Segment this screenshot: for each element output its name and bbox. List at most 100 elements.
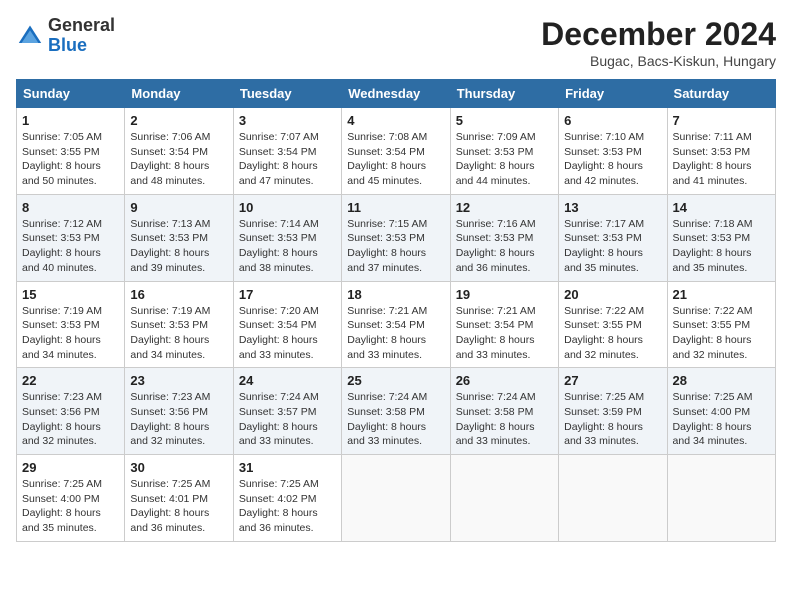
calendar-cell: 19 Sunrise: 7:21 AM Sunset: 3:54 PM Dayl… [450,281,558,368]
day-number: 17 [239,287,336,302]
calendar-cell [559,455,667,542]
day-info: Sunrise: 7:09 AM Sunset: 3:53 PM Dayligh… [456,130,553,189]
calendar-cell: 8 Sunrise: 7:12 AM Sunset: 3:53 PM Dayli… [17,194,125,281]
day-number: 9 [130,200,227,215]
day-info: Sunrise: 7:19 AM Sunset: 3:53 PM Dayligh… [130,304,227,363]
day-number: 3 [239,113,336,128]
day-info: Sunrise: 7:19 AM Sunset: 3:53 PM Dayligh… [22,304,119,363]
day-info: Sunrise: 7:25 AM Sunset: 3:59 PM Dayligh… [564,390,661,449]
calendar-cell [342,455,450,542]
calendar-cell: 24 Sunrise: 7:24 AM Sunset: 3:57 PM Dayl… [233,368,341,455]
calendar-week-3: 15 Sunrise: 7:19 AM Sunset: 3:53 PM Dayl… [17,281,776,368]
calendar-cell: 2 Sunrise: 7:06 AM Sunset: 3:54 PM Dayli… [125,108,233,195]
logo-text: General Blue [48,16,115,56]
day-info: Sunrise: 7:08 AM Sunset: 3:54 PM Dayligh… [347,130,444,189]
calendar-cell: 17 Sunrise: 7:20 AM Sunset: 3:54 PM Dayl… [233,281,341,368]
day-number: 19 [456,287,553,302]
day-number: 23 [130,373,227,388]
header-wednesday: Wednesday [342,80,450,108]
header-saturday: Saturday [667,80,775,108]
day-number: 22 [22,373,119,388]
calendar-table: SundayMondayTuesdayWednesdayThursdayFrid… [16,79,776,542]
day-info: Sunrise: 7:11 AM Sunset: 3:53 PM Dayligh… [673,130,770,189]
day-info: Sunrise: 7:18 AM Sunset: 3:53 PM Dayligh… [673,217,770,276]
title-block: December 2024 Bugac, Bacs-Kiskun, Hungar… [541,16,776,69]
day-info: Sunrise: 7:16 AM Sunset: 3:53 PM Dayligh… [456,217,553,276]
day-number: 11 [347,200,444,215]
location: Bugac, Bacs-Kiskun, Hungary [541,53,776,69]
calendar-cell: 1 Sunrise: 7:05 AM Sunset: 3:55 PM Dayli… [17,108,125,195]
calendar-cell: 18 Sunrise: 7:21 AM Sunset: 3:54 PM Dayl… [342,281,450,368]
calendar-cell: 6 Sunrise: 7:10 AM Sunset: 3:53 PM Dayli… [559,108,667,195]
header-monday: Monday [125,80,233,108]
day-info: Sunrise: 7:07 AM Sunset: 3:54 PM Dayligh… [239,130,336,189]
header-tuesday: Tuesday [233,80,341,108]
day-info: Sunrise: 7:06 AM Sunset: 3:54 PM Dayligh… [130,130,227,189]
day-info: Sunrise: 7:21 AM Sunset: 3:54 PM Dayligh… [347,304,444,363]
day-number: 1 [22,113,119,128]
calendar-week-2: 8 Sunrise: 7:12 AM Sunset: 3:53 PM Dayli… [17,194,776,281]
calendar-cell: 21 Sunrise: 7:22 AM Sunset: 3:55 PM Dayl… [667,281,775,368]
day-number: 8 [22,200,119,215]
day-info: Sunrise: 7:24 AM Sunset: 3:58 PM Dayligh… [347,390,444,449]
day-number: 24 [239,373,336,388]
day-info: Sunrise: 7:25 AM Sunset: 4:02 PM Dayligh… [239,477,336,536]
calendar-cell: 31 Sunrise: 7:25 AM Sunset: 4:02 PM Dayl… [233,455,341,542]
calendar-cell: 11 Sunrise: 7:15 AM Sunset: 3:53 PM Dayl… [342,194,450,281]
logo-icon [16,22,44,50]
calendar-cell: 26 Sunrise: 7:24 AM Sunset: 3:58 PM Dayl… [450,368,558,455]
day-info: Sunrise: 7:25 AM Sunset: 4:00 PM Dayligh… [673,390,770,449]
day-number: 7 [673,113,770,128]
day-number: 2 [130,113,227,128]
day-number: 29 [22,460,119,475]
calendar-cell [450,455,558,542]
day-number: 12 [456,200,553,215]
day-number: 20 [564,287,661,302]
day-info: Sunrise: 7:05 AM Sunset: 3:55 PM Dayligh… [22,130,119,189]
calendar-header-row: SundayMondayTuesdayWednesdayThursdayFrid… [17,80,776,108]
calendar-cell: 10 Sunrise: 7:14 AM Sunset: 3:53 PM Dayl… [233,194,341,281]
calendar-cell: 15 Sunrise: 7:19 AM Sunset: 3:53 PM Dayl… [17,281,125,368]
header-thursday: Thursday [450,80,558,108]
calendar-cell: 28 Sunrise: 7:25 AM Sunset: 4:00 PM Dayl… [667,368,775,455]
calendar-cell: 12 Sunrise: 7:16 AM Sunset: 3:53 PM Dayl… [450,194,558,281]
day-info: Sunrise: 7:21 AM Sunset: 3:54 PM Dayligh… [456,304,553,363]
day-number: 4 [347,113,444,128]
month-title: December 2024 [541,16,776,53]
day-number: 16 [130,287,227,302]
day-info: Sunrise: 7:25 AM Sunset: 4:00 PM Dayligh… [22,477,119,536]
day-number: 25 [347,373,444,388]
day-number: 6 [564,113,661,128]
day-number: 10 [239,200,336,215]
day-info: Sunrise: 7:12 AM Sunset: 3:53 PM Dayligh… [22,217,119,276]
calendar-cell: 9 Sunrise: 7:13 AM Sunset: 3:53 PM Dayli… [125,194,233,281]
calendar-cell: 29 Sunrise: 7:25 AM Sunset: 4:00 PM Dayl… [17,455,125,542]
day-info: Sunrise: 7:17 AM Sunset: 3:53 PM Dayligh… [564,217,661,276]
calendar-cell: 23 Sunrise: 7:23 AM Sunset: 3:56 PM Dayl… [125,368,233,455]
calendar-cell: 4 Sunrise: 7:08 AM Sunset: 3:54 PM Dayli… [342,108,450,195]
logo: General Blue [16,16,115,56]
day-info: Sunrise: 7:20 AM Sunset: 3:54 PM Dayligh… [239,304,336,363]
day-info: Sunrise: 7:22 AM Sunset: 3:55 PM Dayligh… [673,304,770,363]
calendar-cell: 13 Sunrise: 7:17 AM Sunset: 3:53 PM Dayl… [559,194,667,281]
day-info: Sunrise: 7:14 AM Sunset: 3:53 PM Dayligh… [239,217,336,276]
day-number: 26 [456,373,553,388]
day-number: 21 [673,287,770,302]
day-number: 18 [347,287,444,302]
calendar-cell: 3 Sunrise: 7:07 AM Sunset: 3:54 PM Dayli… [233,108,341,195]
calendar-week-1: 1 Sunrise: 7:05 AM Sunset: 3:55 PM Dayli… [17,108,776,195]
day-number: 30 [130,460,227,475]
day-number: 14 [673,200,770,215]
day-info: Sunrise: 7:10 AM Sunset: 3:53 PM Dayligh… [564,130,661,189]
calendar-week-5: 29 Sunrise: 7:25 AM Sunset: 4:00 PM Dayl… [17,455,776,542]
calendar-cell: 20 Sunrise: 7:22 AM Sunset: 3:55 PM Dayl… [559,281,667,368]
calendar-week-4: 22 Sunrise: 7:23 AM Sunset: 3:56 PM Dayl… [17,368,776,455]
calendar-cell: 25 Sunrise: 7:24 AM Sunset: 3:58 PM Dayl… [342,368,450,455]
calendar-cell: 16 Sunrise: 7:19 AM Sunset: 3:53 PM Dayl… [125,281,233,368]
header-sunday: Sunday [17,80,125,108]
day-number: 15 [22,287,119,302]
calendar-cell: 27 Sunrise: 7:25 AM Sunset: 3:59 PM Dayl… [559,368,667,455]
calendar-cell: 30 Sunrise: 7:25 AM Sunset: 4:01 PM Dayl… [125,455,233,542]
page-header: General Blue December 2024 Bugac, Bacs-K… [16,16,776,69]
calendar-cell: 7 Sunrise: 7:11 AM Sunset: 3:53 PM Dayli… [667,108,775,195]
